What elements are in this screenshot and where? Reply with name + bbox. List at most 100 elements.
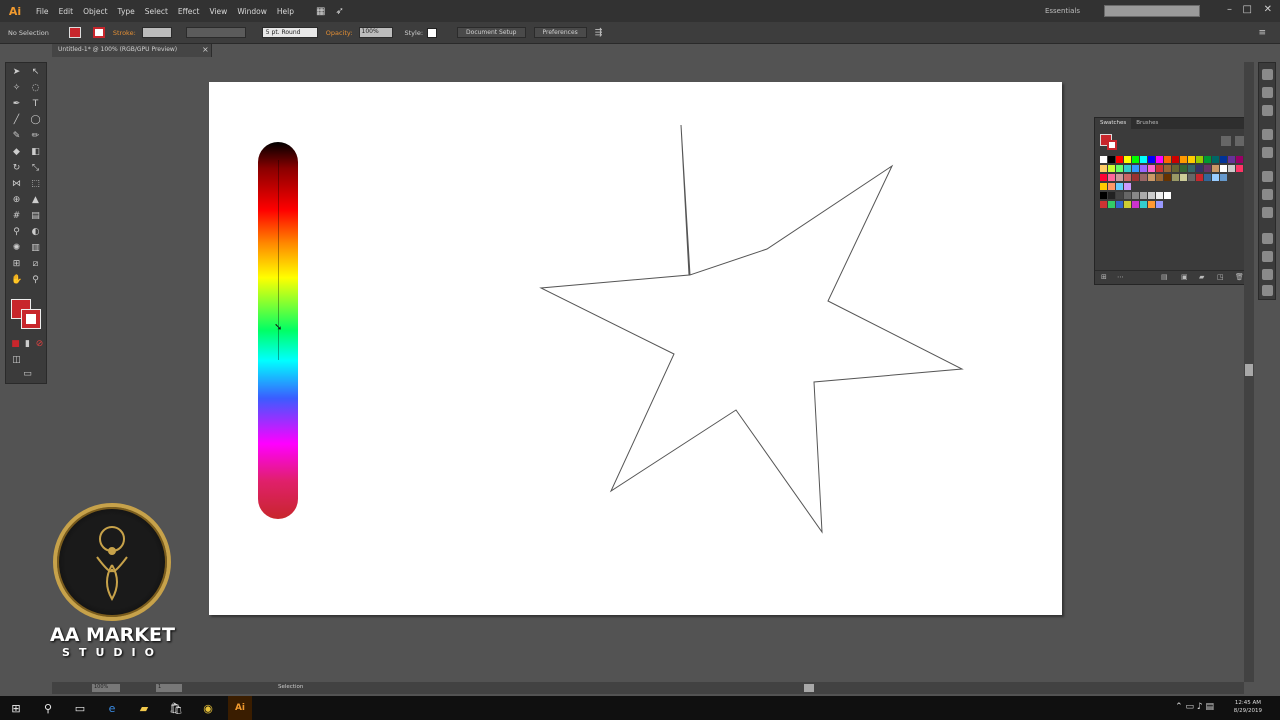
tab-close-icon[interactable]: × (202, 45, 209, 54)
gpu-rocket-icon[interactable]: ➶ (335, 6, 343, 17)
color-swatch[interactable] (1116, 165, 1123, 172)
color-swatch[interactable] (1236, 156, 1243, 163)
color-swatch[interactable] (1164, 156, 1171, 163)
free-transform-tool-icon[interactable]: ⬚ (30, 179, 41, 190)
color-swatch[interactable] (1228, 156, 1235, 163)
arrange-documents-icon[interactable]: ▦ (316, 6, 325, 17)
slice-tool-icon[interactable]: ⧄ (30, 259, 41, 270)
screen-mode-icon[interactable]: ▭ (22, 369, 33, 380)
selection-tool-icon[interactable]: ➤ (11, 67, 22, 78)
list-view-icon[interactable] (1221, 136, 1231, 146)
ellipse-tool-icon[interactable]: ◯ (30, 115, 41, 126)
menu-edit[interactable]: Edit (59, 7, 74, 16)
color-swatch[interactable] (1196, 174, 1203, 181)
color-swatch[interactable] (1124, 201, 1131, 208)
panel-stroke-swatch[interactable] (1107, 140, 1117, 150)
color-swatch[interactable] (1124, 192, 1131, 199)
symbol-sprayer-tool-icon[interactable]: ✺ (11, 243, 22, 254)
search-icon[interactable]: ⚲ (36, 696, 60, 720)
color-swatch[interactable] (1164, 174, 1171, 181)
stroke-panel-icon[interactable] (1262, 171, 1273, 182)
color-swatch[interactable] (1220, 174, 1227, 181)
pen-tool-icon[interactable]: ✒ (11, 99, 22, 110)
edge-browser-icon[interactable]: e (100, 696, 124, 720)
eyedropper-tool-icon[interactable]: ⚲ (11, 227, 22, 238)
eraser-tool-icon[interactable]: ◧ (30, 147, 41, 158)
star-shape[interactable] (209, 82, 1062, 615)
color-swatch[interactable] (1204, 156, 1211, 163)
menu-view[interactable]: View (210, 7, 228, 16)
appearance-panel-icon[interactable] (1262, 233, 1273, 244)
color-swatch[interactable] (1132, 165, 1139, 172)
color-swatch[interactable] (1148, 156, 1155, 163)
document-tab[interactable]: Untitled-1* @ 100% (RGB/GPU Preview) × (52, 44, 212, 57)
color-mode-icon[interactable]: ■ (10, 339, 21, 350)
color-panel-icon[interactable] (1262, 69, 1273, 80)
close-icon[interactable]: ✕ (1264, 4, 1272, 15)
delete-swatch-icon[interactable]: 🗑 (1235, 273, 1244, 281)
color-swatch[interactable] (1188, 156, 1195, 163)
color-swatch[interactable] (1116, 201, 1123, 208)
graphic-styles-panel-icon[interactable] (1262, 251, 1273, 262)
color-swatch[interactable] (1180, 174, 1187, 181)
symbols-panel-icon[interactable] (1262, 147, 1273, 158)
taskbar-clock[interactable]: 12:45 AM 8/29/2019 (1234, 699, 1262, 715)
brushes-panel-icon[interactable] (1262, 129, 1273, 140)
task-view-icon[interactable]: ▭ (68, 696, 92, 720)
color-swatch[interactable] (1212, 174, 1219, 181)
color-swatch[interactable] (1172, 156, 1179, 163)
color-swatch[interactable] (1172, 174, 1179, 181)
opacity-field[interactable]: 100% (358, 27, 393, 38)
color-swatch[interactable] (1148, 201, 1155, 208)
arrange-icon[interactable]: ⇶ (595, 28, 603, 38)
color-swatch[interactable] (1100, 165, 1107, 172)
swatches-panel-icon[interactable] (1262, 105, 1273, 116)
color-swatch[interactable] (1212, 156, 1219, 163)
color-swatch[interactable] (1156, 156, 1163, 163)
mesh-tool-icon[interactable]: # (11, 211, 22, 222)
color-swatch[interactable] (1116, 156, 1123, 163)
color-swatch[interactable] (1116, 183, 1123, 190)
color-swatch[interactable] (1100, 156, 1107, 163)
color-swatch[interactable] (1220, 165, 1227, 172)
color-swatch[interactable] (1228, 165, 1235, 172)
zoom-tool-icon[interactable]: ⚲ (30, 275, 41, 286)
search-stock-input[interactable] (1104, 5, 1200, 17)
color-swatch[interactable] (1220, 156, 1227, 163)
perspective-grid-tool-icon[interactable]: ▲ (30, 195, 41, 206)
color-swatch[interactable] (1132, 192, 1139, 199)
color-swatch[interactable] (1156, 165, 1163, 172)
star-outline[interactable] (539, 124, 964, 534)
graphic-style-swatch[interactable] (427, 27, 438, 38)
tab-brushes[interactable]: Brushes (1131, 118, 1163, 129)
menu-object[interactable]: Object (83, 7, 107, 16)
color-swatch[interactable] (1156, 174, 1163, 181)
swatch-options-icon[interactable]: ▤ (1161, 273, 1168, 281)
folder-icon[interactable]: ▰ (1199, 273, 1204, 281)
line-tool-icon[interactable]: ╱ (11, 115, 22, 126)
menu-window[interactable]: Window (237, 7, 267, 16)
artboard-navigation[interactable]: 1 (156, 684, 182, 692)
color-swatch[interactable] (1180, 156, 1187, 163)
color-swatch[interactable] (1140, 156, 1147, 163)
rotate-tool-icon[interactable]: ↻ (11, 163, 22, 174)
windows-start-icon[interactable]: ⊞ (4, 696, 28, 720)
color-swatch[interactable] (1180, 165, 1187, 172)
color-swatch[interactable] (1140, 201, 1147, 208)
paintbrush-tool-icon[interactable]: ✎ (11, 131, 22, 142)
color-swatch[interactable] (1100, 201, 1107, 208)
color-swatch[interactable] (1196, 165, 1203, 172)
direct-selection-tool-icon[interactable]: ↖ (30, 67, 41, 78)
none-mode-icon[interactable]: ⊘ (34, 339, 45, 350)
menu-file[interactable]: File (36, 7, 49, 16)
color-swatch[interactable] (1108, 165, 1115, 172)
stroke-color-control[interactable] (92, 27, 105, 38)
color-swatch[interactable] (1132, 201, 1139, 208)
swatch-kinds-icon[interactable]: ⋯ (1117, 273, 1124, 281)
variable-width-profile[interactable] (185, 27, 246, 38)
type-tool-icon[interactable]: T (30, 99, 41, 110)
color-swatch[interactable] (1124, 165, 1131, 172)
stroke-weight-field[interactable] (141, 27, 172, 38)
color-swatch[interactable] (1124, 156, 1131, 163)
color-swatch[interactable] (1108, 192, 1115, 199)
